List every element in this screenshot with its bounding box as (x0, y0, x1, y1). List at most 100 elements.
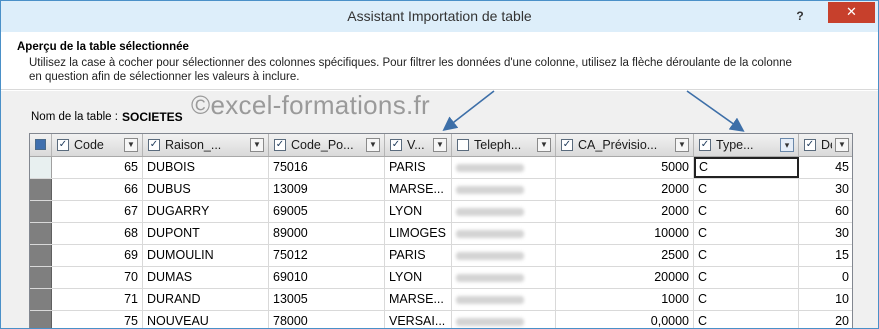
table-cell[interactable]: C (694, 179, 799, 200)
table-cell[interactable]: 2000 (556, 179, 694, 200)
chevron-down-icon[interactable]: ▼ (537, 138, 551, 152)
checkbox-checked-icon[interactable]: ✓ (274, 139, 286, 151)
table-cell[interactable]: 60 (799, 201, 852, 222)
table-cell[interactable]: DURAND (143, 289, 269, 310)
table-cell[interactable] (452, 267, 556, 288)
table-row[interactable]: 65 DUBOIS 75016 PARIS 5000 C 45 (30, 157, 852, 179)
table-row[interactable]: 75 NOUVEAU 78000 VERSAI... 0,0000 C 20 (30, 311, 852, 328)
help-button[interactable]: ? (788, 5, 812, 27)
chevron-down-icon[interactable]: ▼ (433, 138, 447, 152)
table-cell[interactable]: DUBUS (143, 179, 269, 200)
table-cell[interactable]: 10000 (556, 223, 694, 244)
table-preview-grid[interactable]: ✓ Code ▼ ✓ Raison_... ▼ ✓ Code_Po... ▼ ✓ V... ▼ Tele… (29, 133, 853, 328)
table-cell[interactable]: C (694, 157, 799, 178)
table-cell[interactable]: MARSE... (385, 179, 452, 200)
table-row[interactable]: 67 DUGARRY 69005 LYON 2000 C 60 (30, 201, 852, 223)
column-header-6[interactable]: ✓ CA_Prévisio... ▼ (556, 134, 694, 156)
table-cell[interactable]: 10 (799, 289, 852, 310)
table-cell[interactable]: 0,0000 (556, 311, 694, 328)
filter-icon[interactable]: ▾ (780, 138, 794, 152)
table-cell[interactable] (452, 157, 556, 178)
table-cell[interactable]: 69 (52, 245, 143, 266)
table-cell[interactable]: 65 (52, 157, 143, 178)
close-button[interactable]: ✕ (828, 2, 875, 23)
row-selector[interactable] (30, 201, 52, 222)
table-cell[interactable] (452, 245, 556, 266)
chevron-down-icon[interactable]: ▼ (835, 138, 849, 152)
table-cell[interactable] (452, 311, 556, 328)
table-cell[interactable]: 68 (52, 223, 143, 244)
column-header-7[interactable]: ✓ Type... ▾ (694, 134, 799, 156)
row-selector[interactable] (30, 157, 52, 178)
table-cell[interactable]: DUMAS (143, 267, 269, 288)
table-cell[interactable]: DUMOULIN (143, 245, 269, 266)
table-cell[interactable]: C (694, 223, 799, 244)
table-cell[interactable]: 69005 (269, 201, 385, 222)
table-cell[interactable]: 75016 (269, 157, 385, 178)
row-selector[interactable] (30, 245, 52, 266)
table-cell[interactable]: LYON (385, 201, 452, 222)
row-selector[interactable] (30, 179, 52, 200)
row-selector[interactable] (30, 289, 52, 310)
table-cell[interactable]: 69010 (269, 267, 385, 288)
column-header-5[interactable]: Teleph... ▼ (452, 134, 556, 156)
table-cell[interactable]: 75012 (269, 245, 385, 266)
table-cell[interactable]: 30 (799, 179, 852, 200)
table-cell[interactable] (452, 223, 556, 244)
checkbox-checked-icon[interactable]: ✓ (57, 139, 69, 151)
row-selector[interactable] (30, 223, 52, 244)
table-cell[interactable]: VERSAI... (385, 311, 452, 328)
table-row[interactable]: 68 DUPONT 89000 LIMOGES 10000 C 30 (30, 223, 852, 245)
chevron-down-icon[interactable]: ▼ (366, 138, 380, 152)
checkbox-unchecked-icon[interactable] (457, 139, 469, 151)
table-cell[interactable]: 15 (799, 245, 852, 266)
row-selector[interactable] (30, 267, 52, 288)
chevron-down-icon[interactable]: ▼ (250, 138, 264, 152)
table-cell[interactable]: 30 (799, 223, 852, 244)
table-cell[interactable]: 13005 (269, 289, 385, 310)
column-header-2[interactable]: ✓ Raison_... ▼ (143, 134, 269, 156)
table-cell[interactable] (452, 179, 556, 200)
table-cell[interactable]: C (694, 201, 799, 222)
table-cell[interactable]: 5000 (556, 157, 694, 178)
table-cell[interactable] (452, 201, 556, 222)
checkbox-checked-icon[interactable]: ✓ (148, 139, 160, 151)
column-header-8[interactable]: ✓ Dela...▼ (799, 134, 852, 156)
table-cell[interactable]: 67 (52, 201, 143, 222)
row-selector[interactable] (30, 311, 52, 328)
chevron-down-icon[interactable]: ▼ (675, 138, 689, 152)
table-row[interactable]: 69 DUMOULIN 75012 PARIS 2500 C 15 (30, 245, 852, 267)
table-cell[interactable]: DUGARRY (143, 201, 269, 222)
checkbox-checked-icon[interactable]: ✓ (699, 139, 711, 151)
chevron-down-icon[interactable]: ▼ (124, 138, 138, 152)
column-header-1[interactable]: ✓ Code ▼ (52, 134, 143, 156)
table-cell[interactable]: 13009 (269, 179, 385, 200)
column-header-4[interactable]: ✓ V... ▼ (385, 134, 452, 156)
table-cell[interactable]: 45 (799, 157, 852, 178)
checkbox-checked-icon[interactable]: ✓ (390, 139, 402, 151)
table-cell[interactable]: C (694, 267, 799, 288)
table-cell[interactable]: 75 (52, 311, 143, 328)
table-cell[interactable]: 20 (799, 311, 852, 328)
table-cell[interactable]: 2500 (556, 245, 694, 266)
table-cell[interactable]: 71 (52, 289, 143, 310)
table-cell[interactable]: 89000 (269, 223, 385, 244)
table-cell[interactable]: 1000 (556, 289, 694, 310)
table-cell[interactable]: 70 (52, 267, 143, 288)
checkbox-checked-icon[interactable]: ✓ (561, 139, 573, 151)
table-cell[interactable]: PARIS (385, 245, 452, 266)
table-cell[interactable]: LIMOGES (385, 223, 452, 244)
table-row[interactable]: 71 DURAND 13005 MARSE... 1000 C 10 (30, 289, 852, 311)
table-cell[interactable]: C (694, 311, 799, 328)
table-cell[interactable]: C (694, 245, 799, 266)
table-cell[interactable]: DUBOIS (143, 157, 269, 178)
table-cell[interactable] (452, 289, 556, 310)
table-row[interactable]: 70 DUMAS 69010 LYON 20000 C 0 (30, 267, 852, 289)
table-cell[interactable]: C (694, 289, 799, 310)
table-cell[interactable]: 66 (52, 179, 143, 200)
checkbox-checked-icon[interactable]: ✓ (804, 139, 816, 151)
table-cell[interactable]: 78000 (269, 311, 385, 328)
table-cell[interactable]: MARSE... (385, 289, 452, 310)
table-cell[interactable]: NOUVEAU (143, 311, 269, 328)
table-row[interactable]: 66 DUBUS 13009 MARSE... 2000 C 30 (30, 179, 852, 201)
